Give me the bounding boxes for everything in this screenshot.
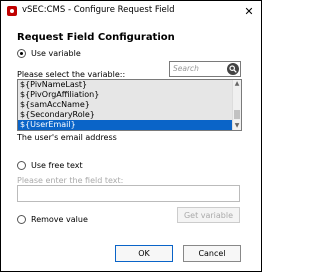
dialog-window: vSEC:CMS - Configure Request Field ✕ Req… xyxy=(0,0,262,272)
use-free-text-radio[interactable] xyxy=(17,161,26,170)
remove-value-radio-row[interactable]: Remove value xyxy=(17,215,88,224)
dialog-heading: Request Field Configuration xyxy=(17,32,175,43)
remove-value-label: Remove value xyxy=(31,215,88,224)
use-variable-label: Use variable xyxy=(31,49,81,58)
ok-button[interactable]: OK xyxy=(115,245,173,262)
search-placeholder: Search xyxy=(173,64,199,73)
variable-description: The user's email address xyxy=(17,133,117,142)
search-icon[interactable] xyxy=(227,63,239,75)
variable-list[interactable]: ${PivNameLast} ${PivOrgAffiliation} ${sa… xyxy=(17,79,242,131)
list-item-selected[interactable]: ${UserEmail} xyxy=(18,120,241,130)
cancel-button[interactable]: Cancel xyxy=(183,245,241,262)
scroll-up-icon[interactable]: ▲ xyxy=(233,80,241,88)
close-icon[interactable]: ✕ xyxy=(241,3,257,19)
free-text-prompt: Please enter the field text: xyxy=(17,176,124,185)
use-variable-radio[interactable] xyxy=(17,49,26,58)
scroll-down-icon[interactable]: ▼ xyxy=(233,122,241,130)
window-title: vSEC:CMS - Configure Request Field xyxy=(22,5,175,15)
use-free-text-label: Use free text xyxy=(31,161,83,170)
remove-value-radio[interactable] xyxy=(17,215,26,224)
get-variable-button[interactable]: Get variable xyxy=(177,207,240,223)
list-item[interactable]: ${PivOrgAffiliation} xyxy=(18,90,241,100)
variable-prompt: Please select the variable:: xyxy=(17,70,126,79)
list-item[interactable]: ${PivNameLast} xyxy=(18,80,241,90)
app-logo-icon xyxy=(7,6,17,16)
use-variable-radio-row[interactable]: Use variable xyxy=(17,49,81,58)
free-text-field[interactable] xyxy=(17,185,240,202)
title-bar: vSEC:CMS - Configure Request Field ✕ xyxy=(1,1,261,21)
list-item[interactable]: ${samAccName} xyxy=(18,100,241,110)
use-free-text-radio-row[interactable]: Use free text xyxy=(17,161,83,170)
list-scrollbar[interactable]: ▲ ▼ xyxy=(232,80,241,130)
list-item[interactable]: ${SecondaryRole} xyxy=(18,110,241,120)
search-input[interactable]: Search xyxy=(169,61,241,77)
scroll-thumb[interactable] xyxy=(234,110,240,119)
